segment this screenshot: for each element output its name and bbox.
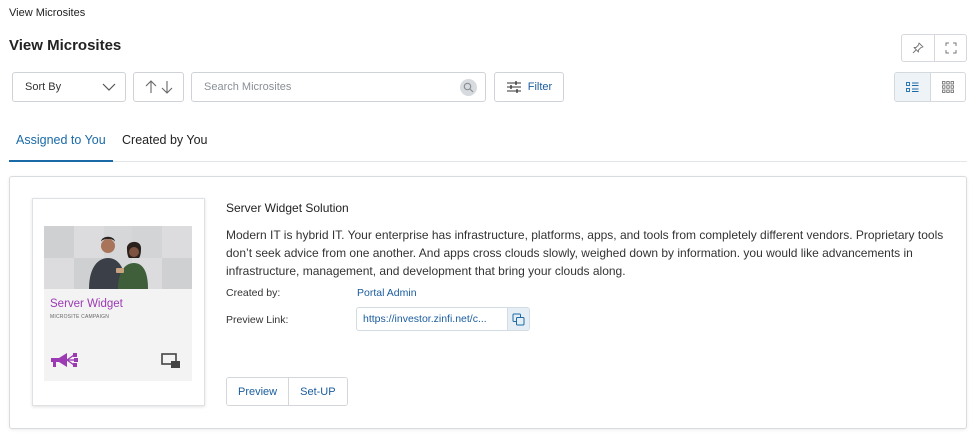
setup-button[interactable]: Set-UP (288, 378, 347, 405)
thumbnail-title: Server Widget (50, 298, 123, 310)
card-action-buttons: Preview Set-UP (226, 377, 348, 406)
people-photo (44, 226, 192, 289)
toolbar: Sort By Filter (12, 72, 966, 102)
thumbnail-subtitle: MICROSITE CAMPAIGN (50, 314, 110, 320)
tab-bar: Assigned to You Created by You (9, 128, 967, 162)
created-by-value[interactable]: Portal Admin (357, 287, 417, 299)
tab-assigned-to-you[interactable]: Assigned to You (9, 133, 113, 162)
preview-button[interactable]: Preview (227, 378, 289, 405)
thumbnail-content: Server Widget MICROSITE CAMPAIGN (44, 226, 192, 381)
copy-icon (512, 313, 525, 325)
search-input[interactable] (192, 73, 442, 101)
sort-dropdown[interactable]: Sort By (12, 72, 126, 102)
chevron-down-icon (102, 83, 116, 91)
breadcrumb: View Microsites (9, 7, 86, 19)
megaphone-network-icon (51, 353, 78, 367)
grid-view-button[interactable] (930, 73, 965, 101)
pin-button[interactable] (902, 35, 934, 61)
grid-view-icon (942, 81, 954, 93)
list-view-icon (906, 81, 919, 92)
pin-icon (912, 42, 924, 54)
search-box (191, 72, 486, 102)
preview-link-box: https://investor.zinfi.net/c... (356, 307, 530, 331)
page-actions (901, 34, 967, 62)
microsite-thumbnail[interactable]: Server Widget MICROSITE CAMPAIGN (32, 198, 205, 406)
sort-label: Sort By (25, 81, 62, 93)
arrow-down-icon (161, 81, 172, 94)
list-view-button[interactable] (895, 73, 930, 101)
preview-link-label: Preview Link: (226, 314, 289, 326)
created-by-label: Created by: (226, 287, 281, 299)
fullscreen-button[interactable] (934, 35, 966, 61)
arrow-up-icon (145, 80, 156, 93)
preview-link[interactable]: https://investor.zinfi.net/c... (357, 308, 507, 330)
filter-button[interactable]: Filter (494, 72, 564, 102)
page-title: View Microsites (9, 37, 122, 54)
screen-icon (161, 353, 180, 368)
view-toggle (894, 72, 966, 102)
tab-created-by-you[interactable]: Created by You (122, 133, 208, 162)
microsite-card: Server Widget MICROSITE CAMPAIGN Server … (9, 176, 967, 429)
copy-link-button[interactable] (507, 308, 529, 330)
filter-sliders-icon (506, 81, 521, 93)
microsite-title[interactable]: Server Widget Solution (226, 201, 349, 215)
fullscreen-icon (945, 42, 956, 54)
search-icon[interactable] (460, 79, 477, 96)
filter-label: Filter (527, 81, 553, 93)
sort-direction-button[interactable] (133, 72, 184, 102)
microsite-description: Modern IT is hybrid IT. Your enterprise … (226, 228, 944, 278)
